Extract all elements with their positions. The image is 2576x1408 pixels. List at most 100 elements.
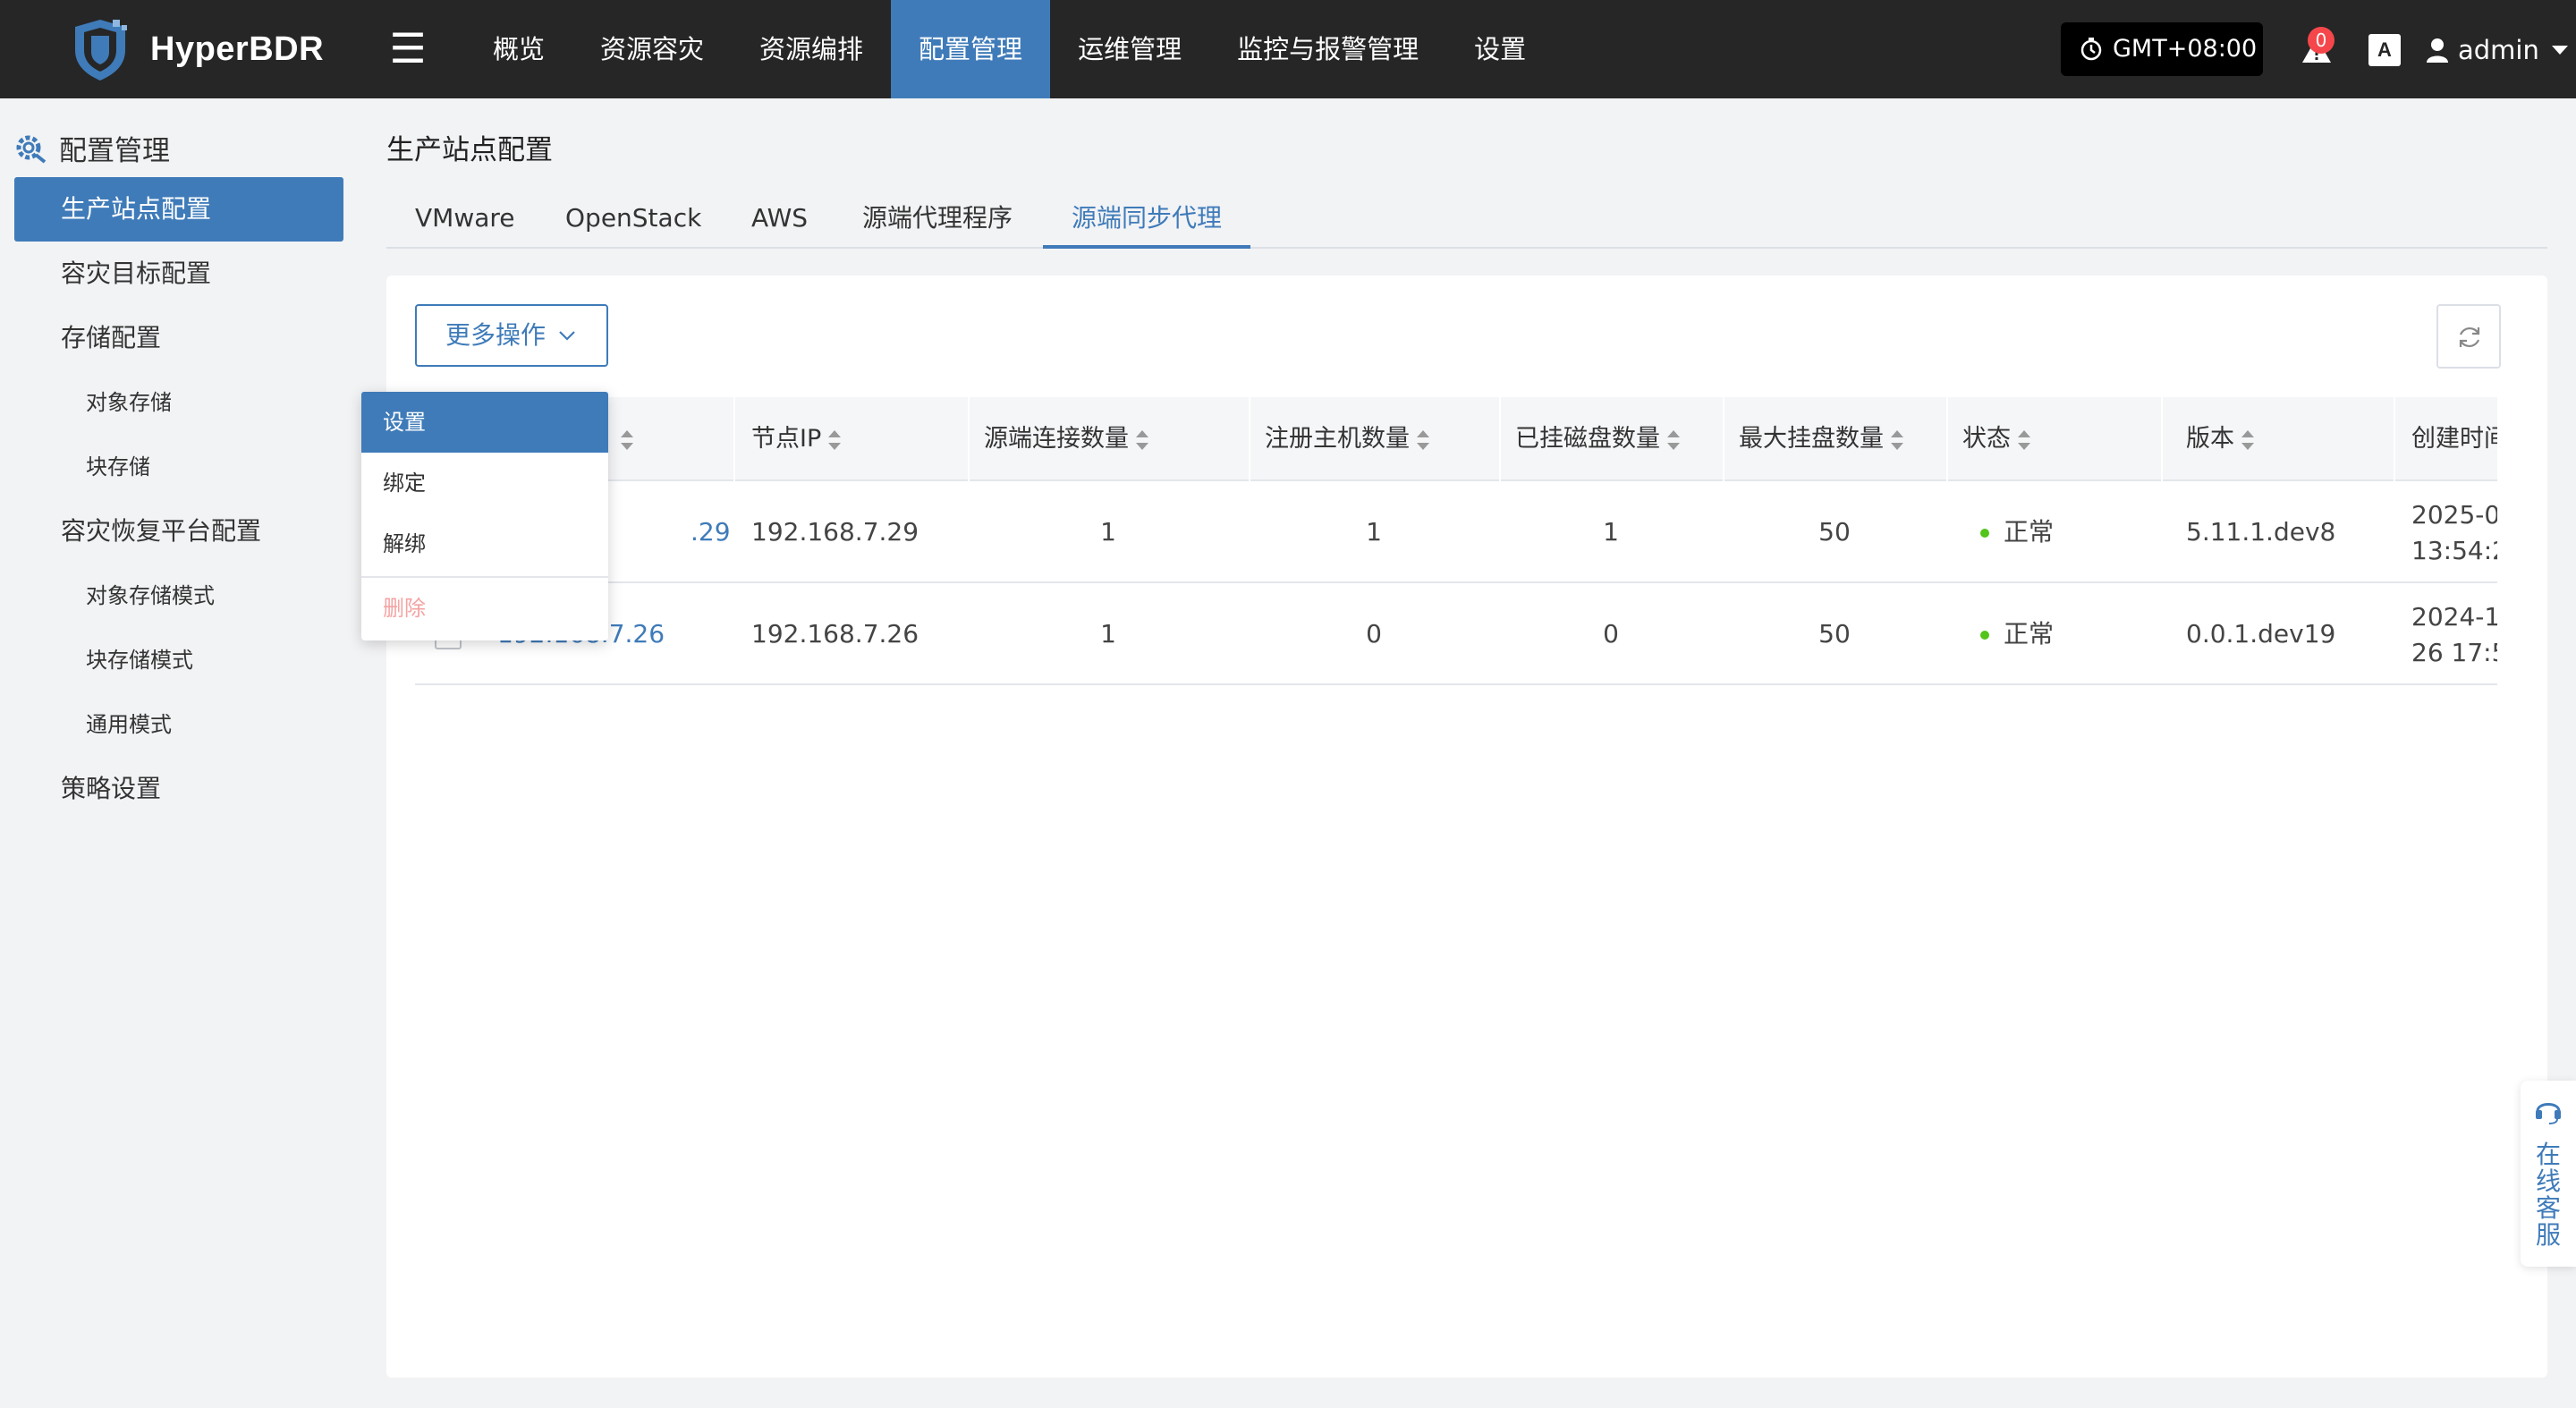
- tab-openstack[interactable]: OpenStack: [565, 190, 701, 249]
- table-row[interactable]: 192.168.7.26 192.168.7.26 1 0 0 50 正常 0.…: [415, 583, 2497, 685]
- online-service-label: 在线客服: [2535, 1140, 2561, 1250]
- sync-proxy-table: 节点IP 源端连接数量 注册主机数量 已挂磁盘数量 最大挂盘数量 状态 版本 创…: [415, 397, 2497, 712]
- created-time: 26 17:52:: [2411, 638, 2497, 667]
- main-nav: 概览 资源容灾 资源编排 配置管理 运维管理 监控与报警管理 设置: [465, 0, 1554, 98]
- more-actions-button[interactable]: 更多操作: [415, 304, 608, 367]
- user-menu[interactable]: admin: [2426, 27, 2568, 73]
- cell-status: 正常: [1980, 583, 2054, 685]
- col-label: 已挂磁盘数量: [1515, 425, 1660, 453]
- top-navbar: HyperBDR ☰ 概览 资源容灾 资源编排 配置管理 运维管理 监控与报警管…: [0, 0, 2576, 98]
- status-ok-dot-icon: [1980, 529, 1989, 538]
- nav-config-management[interactable]: 配置管理: [891, 0, 1051, 98]
- col-label: 注册主机数量: [1265, 425, 1410, 453]
- cell-registered-hosts: 0: [1366, 619, 1382, 649]
- cell-version: 0.0.1.dev19: [2186, 619, 2336, 649]
- col-label: 最大挂盘数量: [1739, 425, 1884, 453]
- clock-icon: [2080, 38, 2102, 61]
- sort-icon: [1417, 429, 1429, 450]
- more-actions-dropdown: 设置 绑定 解绑 删除: [361, 392, 608, 640]
- logo[interactable]: HyperBDR: [68, 16, 324, 82]
- alert-count-badge: 0: [2308, 27, 2334, 54]
- col-node-ip[interactable]: 节点IP: [751, 397, 842, 481]
- nav-overview[interactable]: 概览: [465, 0, 572, 98]
- sidebar-item-block-storage[interactable]: 块存储: [14, 435, 343, 499]
- timezone-display[interactable]: GMT+08:00: [2061, 22, 2263, 76]
- headset-icon: [2536, 1103, 2561, 1124]
- nav-monitoring-alerts[interactable]: 监控与报警管理: [1209, 0, 1446, 98]
- menu-item-bind[interactable]: 绑定: [361, 453, 608, 513]
- col-registered-hosts[interactable]: 注册主机数量: [1265, 397, 1429, 481]
- row-name-link[interactable]: .29: [691, 481, 731, 583]
- col-label: 版本: [2186, 425, 2234, 453]
- tab-source-agent[interactable]: 源端代理程序: [862, 190, 1013, 249]
- sort-icon: [2018, 429, 2030, 450]
- col-created-time[interactable]: 创建时间: [2411, 397, 2497, 481]
- refresh-icon: [2459, 327, 2480, 348]
- sort-icon: [1667, 429, 1680, 450]
- app-name: HyperBDR: [150, 30, 325, 68]
- cell-registered-hosts: 1: [1366, 517, 1382, 547]
- username: admin: [2458, 35, 2539, 65]
- language-switch-icon[interactable]: A: [2368, 34, 2401, 66]
- cell-source-connections: 1: [1100, 517, 1116, 547]
- nav-resource-orchestration[interactable]: 资源编排: [732, 0, 891, 98]
- timezone-label: GMT+08:00: [2113, 35, 2258, 63]
- sidebar-item-policy-settings[interactable]: 策略设置: [14, 757, 343, 821]
- content-panel: 更多操作 节点IP 源端连接数量 注册主机数量 已挂磁盘数量 最大挂盘数量 状态: [386, 276, 2547, 1378]
- more-actions-label: 更多操作: [445, 320, 547, 350]
- sort-icon: [828, 429, 842, 450]
- table-row[interactable]: .29 192.168.7.29 1 1 1 50 正常 5.11.1.dev8…: [415, 481, 2497, 583]
- col-version[interactable]: 版本: [2186, 397, 2254, 481]
- cell-source-connections: 1: [1100, 619, 1116, 649]
- sort-icon: [2241, 429, 2254, 450]
- tab-aws[interactable]: AWS: [751, 190, 808, 249]
- sidebar-item-production-site[interactable]: 生产站点配置: [14, 177, 343, 242]
- sidebar-item-dr-target[interactable]: 容灾目标配置: [14, 242, 343, 306]
- gear-config-icon: [16, 135, 47, 164]
- cell-version: 5.11.1.dev8: [2186, 517, 2336, 547]
- status-ok-dot-icon: [1980, 631, 1989, 640]
- sidebar-item-object-storage-mode[interactable]: 对象存储模式: [14, 564, 343, 628]
- cell-node-ip: 192.168.7.26: [751, 619, 919, 649]
- sidebar-item-storage[interactable]: 存储配置: [14, 306, 343, 370]
- col-source-connections[interactable]: 源端连接数量: [984, 397, 1148, 481]
- tab-vmware[interactable]: VMware: [415, 190, 515, 249]
- cell-mounted-disks: 1: [1603, 517, 1619, 547]
- col-label: 节点IP: [751, 425, 822, 453]
- menu-item-delete[interactable]: 删除: [361, 578, 608, 639]
- col-mounted-disks[interactable]: 已挂磁盘数量: [1515, 397, 1680, 481]
- nav-settings[interactable]: 设置: [1446, 0, 1554, 98]
- name-sort-icon[interactable]: [614, 397, 633, 481]
- sidebar-header: 配置管理: [14, 127, 170, 168]
- table-header: 节点IP 源端连接数量 注册主机数量 已挂磁盘数量 最大挂盘数量 状态 版本 创…: [415, 397, 2497, 481]
- tab-source-sync-proxy[interactable]: 源端同步代理: [1043, 190, 1251, 249]
- created-date: 2025-01-: [2411, 500, 2497, 530]
- cell-created-time: 2024-12- 26 17:52:: [2411, 583, 2497, 685]
- nav-ops-management[interactable]: 运维管理: [1050, 0, 1209, 98]
- menu-item-unbind[interactable]: 解绑: [361, 513, 608, 574]
- sidebar-item-general-mode[interactable]: 通用模式: [14, 692, 343, 757]
- chevron-down-icon: [559, 331, 575, 341]
- menu-item-settings[interactable]: 设置: [361, 392, 608, 453]
- created-date: 2024-12-: [2411, 602, 2497, 632]
- col-status[interactable]: 状态: [1962, 397, 2030, 481]
- sidebar-item-block-storage-mode[interactable]: 块存储模式: [14, 628, 343, 692]
- page-title: 生产站点配置: [386, 134, 553, 166]
- col-label: 状态: [1962, 425, 2011, 453]
- tab-bar: VMware OpenStack AWS 源端代理程序 源端同步代理: [386, 190, 2547, 249]
- sort-icon: [1891, 429, 1903, 450]
- sidebar-item-dr-platform[interactable]: 容灾恢复平台配置: [14, 499, 343, 564]
- sidebar: 配置管理 生产站点配置 容灾目标配置 存储配置 对象存储 块存储 容灾恢复平台配…: [0, 98, 358, 1408]
- cell-mounted-disks: 0: [1603, 619, 1619, 649]
- cell-created-time: 2025-01- 13:54:23: [2411, 481, 2497, 583]
- col-max-disks[interactable]: 最大挂盘数量: [1739, 397, 1903, 481]
- menu-toggle-icon[interactable]: ☰: [386, 25, 429, 72]
- nav-resource-dr[interactable]: 资源容灾: [572, 0, 732, 98]
- cell-max-disks: 50: [1818, 619, 1851, 649]
- online-service-widget[interactable]: 在线客服: [2521, 1081, 2576, 1267]
- refresh-button[interactable]: [2436, 304, 2501, 369]
- sort-icon: [1136, 429, 1148, 450]
- status-text: 正常: [2004, 619, 2055, 649]
- sidebar-item-object-storage[interactable]: 对象存储: [14, 370, 343, 435]
- shield-logo-icon: [75, 20, 127, 81]
